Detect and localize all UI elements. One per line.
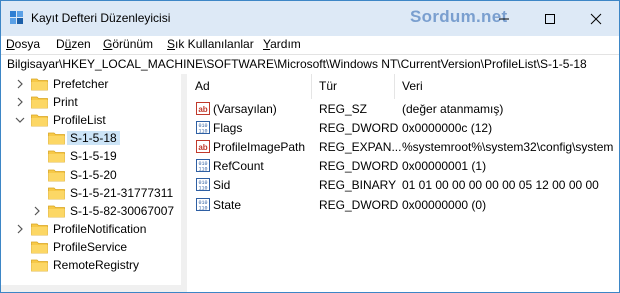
tree-item-label: ProfileNotification: [53, 221, 147, 236]
folder-icon: [31, 259, 48, 272]
folder-icon: [31, 78, 48, 91]
folder-icon: [48, 187, 65, 199]
close-icon: [590, 13, 602, 25]
chevron-right-icon[interactable]: [15, 97, 25, 107]
svg-text:ab: ab: [198, 105, 207, 114]
column-header-data[interactable]: Veri: [394, 74, 619, 99]
menu-sik-kullanilanlar[interactable]: Sık Kullanılanlar: [167, 36, 254, 54]
tree-item-label: S-1-5-19: [70, 149, 117, 164]
address-path[interactable]: Bilgisayar\HKEY_LOCAL_MACHINE\SOFTWARE\M…: [7, 57, 587, 71]
tree-item[interactable]: RemoteRegistry: [1, 256, 181, 274]
binary-value-icon: 010110: [196, 159, 210, 173]
folder-icon: [31, 223, 48, 236]
chevron-right-icon[interactable]: [15, 224, 25, 234]
key-tree[interactable]: Prefetcher Print ProfileList S-1-5-18 S-1-5-…: [1, 74, 181, 292]
value-name: RefCount: [213, 159, 264, 174]
svg-text:110: 110: [198, 167, 207, 173]
tree-item[interactable]: S-1-5-20: [1, 166, 181, 184]
binary-value-icon: 010110: [196, 197, 210, 211]
folder-icon: [48, 205, 65, 218]
close-button[interactable]: [573, 1, 619, 36]
value-name: State: [213, 197, 242, 212]
value-data: 0x00000000 (0): [402, 197, 487, 212]
value-row[interactable]: ab ProfileImagePath REG_EXPAN... %systemroo…: [187, 137, 619, 156]
svg-text:ab: ab: [198, 143, 207, 152]
value-name: (Varsayılan): [213, 102, 277, 116]
chevron-down-icon[interactable]: [15, 115, 25, 125]
menu-bar: Dosya Düzen Görünüm Sık Kullanılanlar Ya…: [1, 36, 619, 54]
maximize-icon: [545, 14, 555, 24]
chevron-right-icon[interactable]: [15, 79, 25, 89]
value-row[interactable]: 010 110 State REG_DWORD 0x00000000 (0): [187, 195, 619, 214]
tree-item-label: RemoteRegistry: [53, 258, 140, 272]
folder-icon: [48, 150, 65, 163]
tree-item-label: Print: [53, 95, 78, 110]
window-title: Kayıt Defteri Düzenleyicisi: [31, 11, 171, 25]
value-type: REG_DWORD: [319, 159, 399, 174]
value-name: Sid: [213, 178, 231, 193]
folder-icon: [31, 241, 48, 254]
tree-item[interactable]: Print: [1, 93, 181, 111]
tree-item-label: Prefetcher: [53, 77, 109, 91]
folder-icon: [48, 132, 65, 145]
tree-item-label: S-1-5-20: [70, 167, 117, 182]
tree-item-label: ProfileList: [53, 113, 106, 128]
value-data: %systemroot%\system32\config\system: [402, 140, 614, 155]
value-name: ProfileImagePath: [213, 140, 306, 155]
address-bar[interactable]: Bilgisayar\HKEY_LOCAL_MACHINE\SOFTWARE\M…: [1, 54, 619, 75]
tree-horizontal-scrollbar[interactable]: [1, 285, 181, 292]
tree-item[interactable]: Prefetcher: [1, 75, 181, 93]
value-row[interactable]: ab (Varsayılan) REG_SZ (değer atanmamış): [187, 99, 619, 118]
value-data: (değer atanmamış): [402, 102, 504, 116]
value-type: REG_BINARY: [319, 178, 397, 193]
value-type: REG_SZ: [319, 102, 368, 116]
tree-item[interactable]: ProfileList: [1, 111, 181, 129]
value-row[interactable]: 010 110 Flags REG_DWORD 0x0000000c (12): [187, 118, 619, 137]
minimize-button[interactable]: [481, 1, 527, 36]
tree-item-label: ProfileService: [53, 239, 128, 254]
string-value-icon: ab: [196, 102, 210, 115]
tree-item[interactable]: S-1-5-18: [1, 129, 181, 147]
chevron-right-icon[interactable]: [32, 206, 42, 216]
tree-item[interactable]: S-1-5-19: [1, 147, 181, 165]
maximize-button[interactable]: [527, 1, 573, 36]
value-name: Flags: [213, 121, 243, 136]
minimize-icon: [499, 18, 509, 20]
folder-icon: [48, 169, 65, 181]
menu-duzen[interactable]: Düzen: [56, 36, 91, 54]
binary-value-icon: 010110: [196, 121, 210, 135]
value-type: REG_EXPAN...: [319, 140, 402, 155]
tree-item[interactable]: ProfileNotification: [1, 220, 181, 238]
value-row[interactable]: 010 110 RefCount REG_DWORD 0x00000001 (1): [187, 156, 619, 175]
tree-item-label: S-1-5-18: [67, 131, 120, 146]
column-header-type[interactable]: Tür: [311, 74, 394, 99]
value-data: 0x00000001 (1): [402, 159, 487, 174]
svg-text:110: 110: [198, 129, 207, 135]
tree-item-label: S-1-5-82-30067007: [70, 203, 175, 218]
menu-dosya[interactable]: Dosya: [6, 36, 40, 54]
tree-item[interactable]: S-1-5-21-31777311: [1, 184, 181, 202]
folder-icon: [31, 114, 48, 127]
binary-value-icon: 010110: [196, 178, 210, 192]
svg-text:110: 110: [198, 186, 207, 192]
column-header-name[interactable]: Ad: [187, 74, 311, 99]
values-list[interactable]: Ad Tür Veri ab (Varsayılan) REG_SZ (değer a…: [187, 74, 619, 292]
value-type: REG_DWORD: [319, 121, 399, 136]
value-row[interactable]: 010 110 Sid REG_BINARY 01 01 00 00 00 00 00 …: [187, 175, 619, 194]
tree-item-label: S-1-5-21-31777311: [70, 185, 174, 200]
tree-item[interactable]: ProfileService: [1, 238, 181, 256]
folder-icon: [31, 96, 48, 109]
string-value-icon: ab: [196, 140, 210, 154]
menu-gorunum[interactable]: Görünüm: [103, 36, 153, 54]
registry-app-icon: [10, 11, 23, 24]
title-bar[interactable]: Kayıt Defteri Düzenleyicisi Sordum.net: [1, 1, 619, 36]
registry-editor-window: Kayıt Defteri Düzenleyicisi Sordum.net D…: [0, 0, 620, 293]
tree-item[interactable]: S-1-5-82-30067007: [1, 202, 181, 220]
value-data: 01 01 00 00 00 00 00 05 12 00 00 00: [402, 178, 599, 193]
value-type: REG_DWORD: [319, 197, 399, 212]
value-data: 0x0000000c (12): [402, 121, 493, 136]
menu-yardim[interactable]: Yardım: [263, 36, 301, 54]
svg-text:110: 110: [198, 205, 207, 211]
